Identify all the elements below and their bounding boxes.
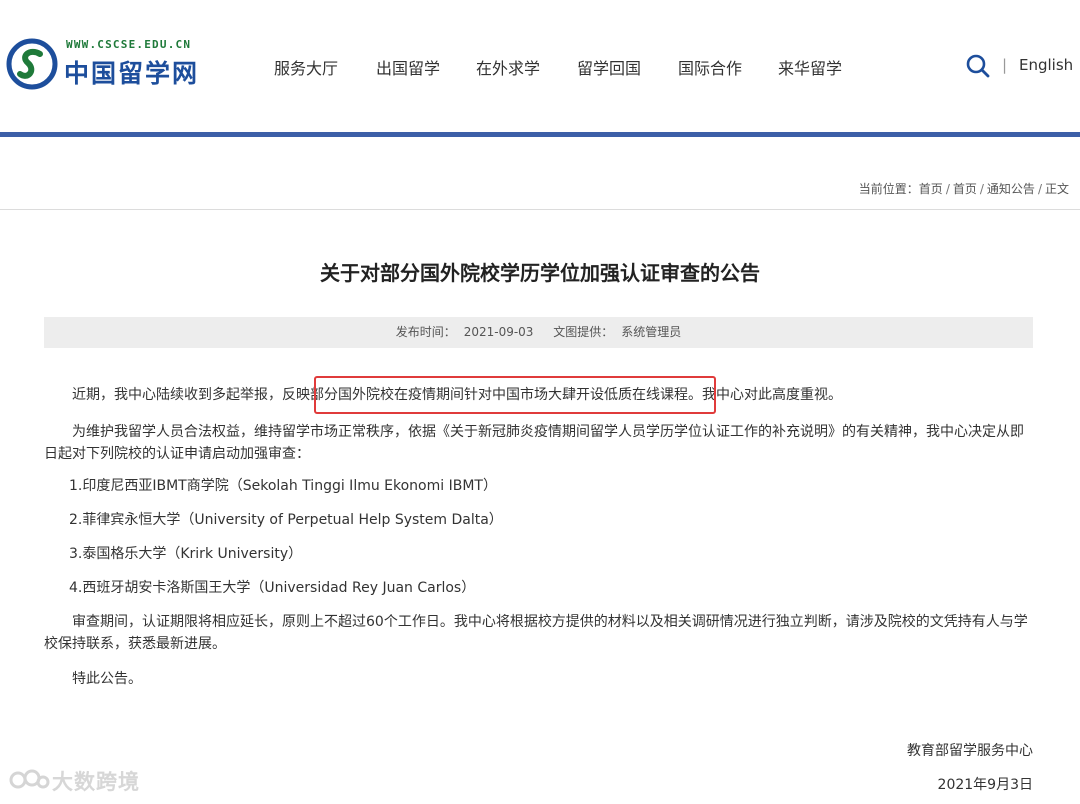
nav-item-international-cooperation[interactable]: 国际合作 [678, 55, 742, 79]
nav-item-studying-overseas[interactable]: 在外求学 [476, 55, 540, 79]
article-title: 关于对部分国外院校学历学位加强认证审查的公告 [320, 261, 760, 285]
breadcrumb-divider-line [0, 209, 1080, 210]
highlight-box [314, 376, 716, 414]
article-paragraph-4: 特此公告。 [72, 671, 142, 687]
breadcrumb-current: 正文 [1044, 182, 1069, 196]
article-paragraph-3: 审查期间，认证期限将相应延长，原则上不超过60个工作日。我中心将根据校方提供的材… [44, 614, 1028, 652]
para1-after: 我中心对此高度重视。 [702, 387, 842, 403]
list-item: 2.菲律宾永恒大学（University of Perpetual Help S… [69, 512, 503, 528]
breadcrumb-divider: / [945, 182, 950, 196]
watermark-logo-icon [9, 769, 50, 789]
list-item: 3.泰国格乐大学（Krirk University） [69, 546, 303, 562]
breadcrumb: 当前位置：首页 / 首页 / 通知公告 / 正文 [859, 180, 1069, 197]
logo-name: 中国留学网 [64, 59, 200, 88]
publish-label: 发布时间： [395, 325, 456, 339]
search-icon[interactable] [965, 53, 991, 79]
publish-date: 2021-09-03 [463, 325, 534, 339]
nav-item-study-in-china[interactable]: 来华留学 [778, 55, 842, 79]
source-name: 系统管理员 [621, 325, 682, 339]
breadcrumb-home-2[interactable]: 首页 [953, 182, 977, 196]
breadcrumb-divider: / [979, 182, 984, 196]
article-paragraph-2: 为维护我留学人员合法权益，维持留学市场正常秩序，依据《关于新冠肺炎疫情期间留学人… [44, 424, 1024, 462]
breadcrumb-prefix: 当前位置： [858, 182, 919, 196]
breadcrumb-notices[interactable]: 通知公告 [987, 182, 1035, 196]
cscse-logo-icon [6, 38, 58, 90]
nav-separator: | [1002, 56, 1008, 74]
site-header: WWW.CSCSE.EDU.CN 中国留学网 服务大厅 出国留学 在外求学 留学… [0, 0, 1080, 132]
watermark-text: 大数跨境 [52, 770, 140, 794]
breadcrumb-divider: / [1037, 182, 1042, 196]
language-switch-english[interactable]: English [1019, 56, 1073, 74]
nav-item-return-home[interactable]: 留学回国 [577, 55, 641, 79]
breadcrumb-area [0, 137, 1080, 209]
breadcrumb-home[interactable]: 首页 [919, 182, 943, 196]
source-label: 文图提供： [553, 325, 614, 339]
list-item: 4.西班牙胡安卡洛斯国王大学（Universidad Rey Juan Carl… [69, 580, 476, 596]
para1-before: 近期，我中心陆续收到多起举报，反映 [72, 387, 310, 403]
site-logo[interactable]: WWW.CSCSE.EDU.CN 中国留学网 [6, 36, 206, 92]
list-item: 1.印度尼西亚IBMT商学院（Sekolah Tinggi Ilmu Ekono… [69, 478, 497, 494]
nav-item-service-hall[interactable]: 服务大厅 [274, 55, 338, 79]
logo-url: WWW.CSCSE.EDU.CN [66, 38, 192, 51]
nav-item-study-abroad[interactable]: 出国留学 [376, 55, 440, 79]
signature: 教育部留学服务中心 [907, 743, 1033, 759]
article-meta: 发布时间： 2021-09-03 文图提供： 系统管理员 [44, 317, 1033, 348]
signature-date: 2021年9月3日 [937, 777, 1033, 793]
